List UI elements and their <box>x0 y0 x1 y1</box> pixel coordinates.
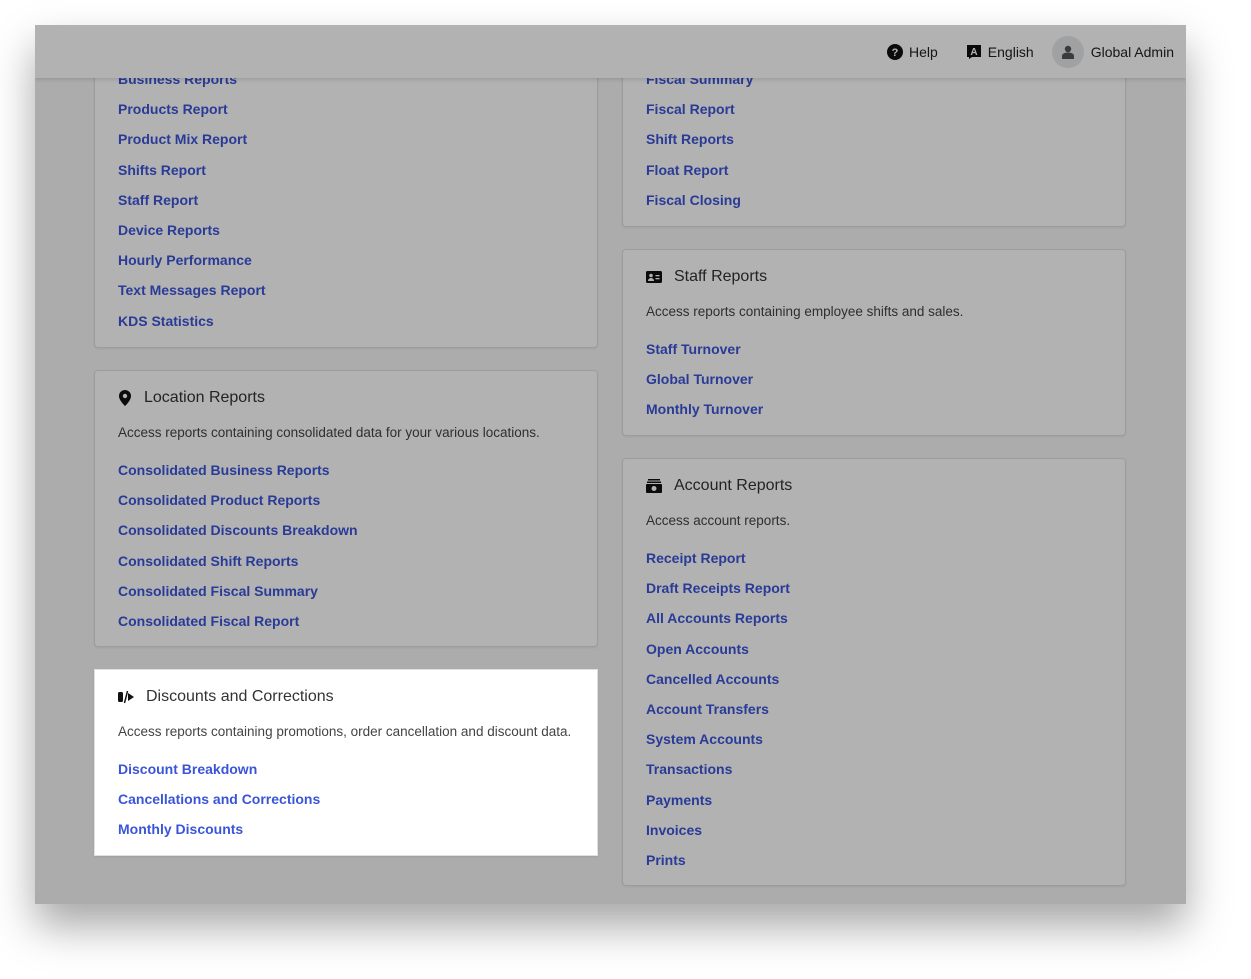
report-link-text-messages-report[interactable]: Text Messages Report <box>118 275 574 305</box>
report-link-account-transfers[interactable]: Account Transfers <box>646 694 1102 724</box>
report-link-discount-breakdown[interactable]: Discount Breakdown <box>118 754 574 784</box>
discount-tag-icon <box>118 690 134 704</box>
report-link-monthly-discounts[interactable]: Monthly Discounts <box>118 814 574 844</box>
report-link-staff-turnover[interactable]: Staff Turnover <box>646 334 1102 364</box>
user-icon <box>1061 45 1074 59</box>
staff-reports-card: Staff Reports Access reports containing … <box>622 249 1126 436</box>
user-menu[interactable]: Global Admin <box>1051 35 1174 68</box>
language-icon: A <box>966 44 981 59</box>
avatar <box>1051 35 1084 68</box>
report-link-draft-receipts-report[interactable]: Draft Receipts Report <box>646 573 1102 603</box>
report-link-kds-statistics[interactable]: KDS Statistics <box>118 306 574 336</box>
report-link-device-reports[interactable]: Device Reports <box>118 215 574 245</box>
card-description: Access reports containing employee shift… <box>646 304 964 319</box>
card-title: Location Reports <box>144 389 265 406</box>
card-title: Staff Reports <box>674 268 768 285</box>
report-link-hourly-performance[interactable]: Hourly Performance <box>118 245 574 275</box>
help-button[interactable]: ? Help <box>887 43 938 60</box>
help-icon: ? <box>887 43 903 60</box>
report-link-consolidated-business-reports[interactable]: Consolidated Business Reports <box>118 455 574 485</box>
report-link-consolidated-fiscal-report[interactable]: Consolidated Fiscal Report <box>118 606 574 636</box>
report-link-payments[interactable]: Payments <box>646 785 1102 815</box>
report-link-consolidated-shift-reports[interactable]: Consolidated Shift Reports <box>118 546 574 576</box>
report-link-fiscal-closing[interactable]: Fiscal Closing <box>646 185 1102 215</box>
card-description: Access reports containing consolidated d… <box>118 425 540 440</box>
svg-text:?: ? <box>892 47 899 59</box>
card-title: Discounts and Corrections <box>146 688 334 705</box>
discounts-corrections-card: Discounts and Corrections Access reports… <box>94 669 598 856</box>
report-link-float-report[interactable]: Float Report <box>646 155 1102 185</box>
report-link-monthly-turnover[interactable]: Monthly Turnover <box>646 394 1102 424</box>
report-link-system-accounts[interactable]: System Accounts <box>646 724 1102 754</box>
id-card-icon <box>646 271 662 283</box>
location-reports-card: Location Reports Access reports containi… <box>94 370 598 648</box>
report-link-cancellations-and-corrections[interactable]: Cancellations and Corrections <box>118 784 574 814</box>
user-name: Global Admin <box>1090 43 1174 60</box>
report-link-staff-report[interactable]: Staff Report <box>118 185 574 215</box>
report-link-invoices[interactable]: Invoices <box>646 815 1102 845</box>
report-link-consolidated-fiscal-summary[interactable]: Consolidated Fiscal Summary <box>118 576 574 606</box>
help-label: Help <box>909 43 938 60</box>
svg-text:A: A <box>970 47 977 58</box>
app-window: ? Help A English Global Admin Business R… <box>35 25 1186 904</box>
map-pin-icon <box>119 390 131 406</box>
report-link-consolidated-product-reports[interactable]: Consolidated Product Reports <box>118 485 574 515</box>
report-link-consolidated-discounts-breakdown[interactable]: Consolidated Discounts Breakdown <box>118 515 574 545</box>
report-link-products-report[interactable]: Products Report <box>118 94 574 124</box>
report-link-all-accounts-reports[interactable]: All Accounts Reports <box>646 603 1102 633</box>
report-link-fiscal-report[interactable]: Fiscal Report <box>646 94 1102 124</box>
report-link-cancelled-accounts[interactable]: Cancelled Accounts <box>646 664 1102 694</box>
language-button[interactable]: A English <box>966 44 1034 60</box>
report-link-prints[interactable]: Prints <box>646 845 1102 875</box>
card-title: Account Reports <box>674 477 793 494</box>
report-link-product-mix-report[interactable]: Product Mix Report <box>118 124 574 154</box>
report-link-global-turnover[interactable]: Global Turnover <box>646 364 1102 394</box>
cash-icon <box>646 479 662 493</box>
report-link-transactions[interactable]: Transactions <box>646 754 1102 784</box>
report-link-receipt-report[interactable]: Receipt Report <box>646 543 1102 573</box>
language-label: English <box>987 43 1034 60</box>
card-description: Access reports containing promotions, or… <box>118 724 572 739</box>
report-link-shifts-report[interactable]: Shifts Report <box>118 155 574 185</box>
report-link-shift-reports[interactable]: Shift Reports <box>646 124 1102 154</box>
account-reports-card: Account Reports Access account reports. … <box>622 458 1126 887</box>
top-bar: ? Help A English Global Admin <box>35 25 1186 78</box>
card-description: Access account reports. <box>646 513 791 528</box>
report-link-open-accounts[interactable]: Open Accounts <box>646 634 1102 664</box>
